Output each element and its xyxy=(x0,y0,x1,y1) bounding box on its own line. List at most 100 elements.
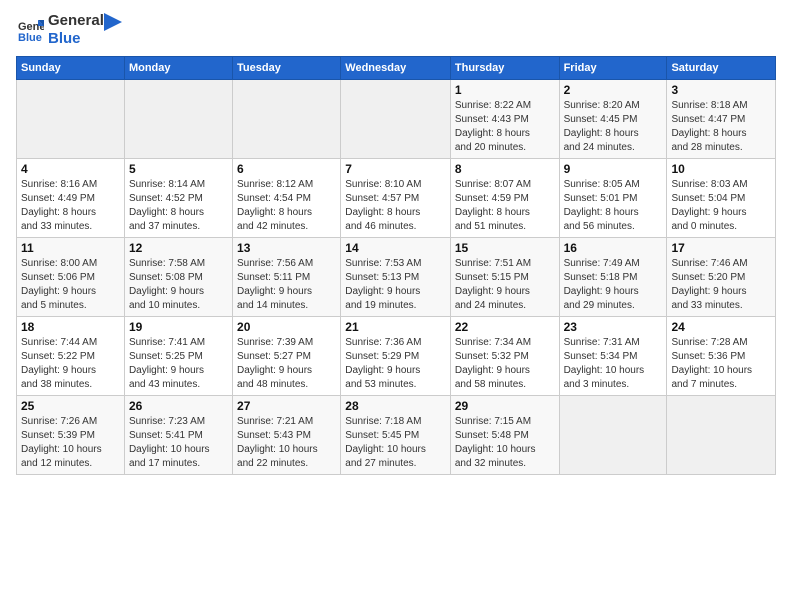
weekday-header-sunday: Sunday xyxy=(17,57,125,80)
calendar-cell: 19 Sunrise: 7:41 AM Sunset: 5:25 PM Dayli… xyxy=(124,317,232,396)
day-number: 25 xyxy=(21,399,120,413)
calendar-cell: 2 Sunrise: 8:20 AM Sunset: 4:45 PM Daylig… xyxy=(559,80,667,159)
calendar-cell: 24Sunrise: 7:28 AM Sunset: 5:36 PM Dayli… xyxy=(667,317,776,396)
calendar-cell: 1 Sunrise: 8:22 AM Sunset: 4:43 PM Daylig… xyxy=(450,80,559,159)
day-info: Sunrise: 7:23 AM Sunset: 5:41 PM Dayligh… xyxy=(129,415,228,471)
calendar-cell: 8 Sunrise: 8:07 AM Sunset: 4:59 PM Daylig… xyxy=(450,159,559,238)
calendar-cell: 13 Sunrise: 7:56 AM Sunset: 5:11 PM Dayli… xyxy=(233,238,341,317)
calendar-week-3: 11 Sunrise: 8:00 AM Sunset: 5:06 PM Dayli… xyxy=(17,238,776,317)
day-info: Sunrise: 8:05 AM Sunset: 5:01 PM Dayligh… xyxy=(564,178,663,234)
day-info: Sunrise: 7:46 AM Sunset: 5:20 PM Dayligh… xyxy=(671,257,771,313)
day-info: Sunrise: 8:16 AM Sunset: 4:49 PM Dayligh… xyxy=(21,178,120,234)
page-header: General Blue General Blue xyxy=(16,12,776,48)
weekday-header-monday: Monday xyxy=(124,57,232,80)
day-number: 28 xyxy=(345,399,446,413)
calendar-cell: 9 Sunrise: 8:05 AM Sunset: 5:01 PM Daylig… xyxy=(559,159,667,238)
calendar-cell: 14 Sunrise: 7:53 AM Sunset: 5:13 PM Dayli… xyxy=(341,238,451,317)
calendar-cell: 17 Sunrise: 7:46 AM Sunset: 5:20 PM Dayli… xyxy=(667,238,776,317)
day-info: Sunrise: 7:26 AM Sunset: 5:39 PM Dayligh… xyxy=(21,415,120,471)
day-info: Sunrise: 8:20 AM Sunset: 4:45 PM Dayligh… xyxy=(564,99,663,155)
day-number: 26 xyxy=(129,399,228,413)
calendar-table: SundayMondayTuesdayWednesdayThursdayFrid… xyxy=(16,56,776,475)
calendar-week-1: 1 Sunrise: 8:22 AM Sunset: 4:43 PM Daylig… xyxy=(17,80,776,159)
day-number: 15 xyxy=(455,241,555,255)
day-info: Sunrise: 7:51 AM Sunset: 5:15 PM Dayligh… xyxy=(455,257,555,313)
day-info: Sunrise: 8:10 AM Sunset: 4:57 PM Dayligh… xyxy=(345,178,446,234)
day-number: 6 xyxy=(237,162,336,176)
day-info: Sunrise: 7:21 AM Sunset: 5:43 PM Dayligh… xyxy=(237,415,336,471)
calendar-cell: 11 Sunrise: 8:00 AM Sunset: 5:06 PM Dayli… xyxy=(17,238,125,317)
day-number: 3 xyxy=(671,83,771,97)
day-number: 4 xyxy=(21,162,120,176)
day-number: 9 xyxy=(564,162,663,176)
calendar-cell xyxy=(233,80,341,159)
day-info: Sunrise: 7:53 AM Sunset: 5:13 PM Dayligh… xyxy=(345,257,446,313)
calendar-week-2: 4 Sunrise: 8:16 AM Sunset: 4:49 PM Daylig… xyxy=(17,159,776,238)
calendar-cell: 21 Sunrise: 7:36 AM Sunset: 5:29 PM Dayli… xyxy=(341,317,451,396)
day-info: Sunrise: 7:39 AM Sunset: 5:27 PM Dayligh… xyxy=(237,336,336,392)
calendar-cell xyxy=(124,80,232,159)
day-info: Sunrise: 7:36 AM Sunset: 5:29 PM Dayligh… xyxy=(345,336,446,392)
calendar-cell: 12 Sunrise: 7:58 AM Sunset: 5:08 PM Dayli… xyxy=(124,238,232,317)
day-number: 7 xyxy=(345,162,446,176)
day-number: 12 xyxy=(129,241,228,255)
day-number: 1 xyxy=(455,83,555,97)
calendar-cell: 10 Sunrise: 8:03 AM Sunset: 5:04 PM Dayli… xyxy=(667,159,776,238)
calendar-cell: 16Sunrise: 7:49 AM Sunset: 5:18 PM Dayli… xyxy=(559,238,667,317)
day-number: 2 xyxy=(564,83,663,97)
day-info: Sunrise: 8:00 AM Sunset: 5:06 PM Dayligh… xyxy=(21,257,120,313)
day-number: 24 xyxy=(671,320,771,334)
day-number: 8 xyxy=(455,162,555,176)
calendar-cell: 7 Sunrise: 8:10 AM Sunset: 4:57 PM Daylig… xyxy=(341,159,451,238)
day-number: 23 xyxy=(564,320,663,334)
calendar-cell: 15 Sunrise: 7:51 AM Sunset: 5:15 PM Dayli… xyxy=(450,238,559,317)
calendar-cell: 3 Sunrise: 8:18 AM Sunset: 4:47 PM Daylig… xyxy=(667,80,776,159)
day-number: 22 xyxy=(455,320,555,334)
day-info: Sunrise: 7:41 AM Sunset: 5:25 PM Dayligh… xyxy=(129,336,228,392)
day-info: Sunrise: 8:07 AM Sunset: 4:59 PM Dayligh… xyxy=(455,178,555,234)
calendar-cell xyxy=(667,396,776,475)
day-info: Sunrise: 8:03 AM Sunset: 5:04 PM Dayligh… xyxy=(671,178,771,234)
day-info: Sunrise: 7:44 AM Sunset: 5:22 PM Dayligh… xyxy=(21,336,120,392)
day-number: 21 xyxy=(345,320,446,334)
logo-blue: Blue xyxy=(48,30,104,48)
calendar-cell: 22 Sunrise: 7:34 AM Sunset: 5:32 PM Dayli… xyxy=(450,317,559,396)
day-info: Sunrise: 8:18 AM Sunset: 4:47 PM Dayligh… xyxy=(671,99,771,155)
day-number: 10 xyxy=(671,162,771,176)
day-number: 19 xyxy=(129,320,228,334)
day-info: Sunrise: 7:49 AM Sunset: 5:18 PM Dayligh… xyxy=(564,257,663,313)
calendar-cell: 23 Sunrise: 7:31 AM Sunset: 5:34 PM Dayli… xyxy=(559,317,667,396)
day-number: 13 xyxy=(237,241,336,255)
day-number: 11 xyxy=(21,241,120,255)
weekday-header-friday: Friday xyxy=(559,57,667,80)
calendar-cell: 25 Sunrise: 7:26 AM Sunset: 5:39 PM Dayli… xyxy=(17,396,125,475)
logo-arrow-icon xyxy=(104,13,122,31)
day-number: 14 xyxy=(345,241,446,255)
day-number: 27 xyxy=(237,399,336,413)
day-info: Sunrise: 7:58 AM Sunset: 5:08 PM Dayligh… xyxy=(129,257,228,313)
calendar-cell: 20 Sunrise: 7:39 AM Sunset: 5:27 PM Dayli… xyxy=(233,317,341,396)
weekday-header-wednesday: Wednesday xyxy=(341,57,451,80)
day-info: Sunrise: 7:56 AM Sunset: 5:11 PM Dayligh… xyxy=(237,257,336,313)
day-number: 20 xyxy=(237,320,336,334)
day-info: Sunrise: 7:31 AM Sunset: 5:34 PM Dayligh… xyxy=(564,336,663,392)
calendar-week-5: 25 Sunrise: 7:26 AM Sunset: 5:39 PM Dayli… xyxy=(17,396,776,475)
calendar-cell: 4 Sunrise: 8:16 AM Sunset: 4:49 PM Daylig… xyxy=(17,159,125,238)
calendar-week-4: 18 Sunrise: 7:44 AM Sunset: 5:22 PM Dayli… xyxy=(17,317,776,396)
day-info: Sunrise: 8:22 AM Sunset: 4:43 PM Dayligh… xyxy=(455,99,555,155)
day-number: 5 xyxy=(129,162,228,176)
logo: General Blue General Blue xyxy=(16,12,122,48)
day-info: Sunrise: 8:14 AM Sunset: 4:52 PM Dayligh… xyxy=(129,178,228,234)
day-info: Sunrise: 7:34 AM Sunset: 5:32 PM Dayligh… xyxy=(455,336,555,392)
calendar-cell xyxy=(341,80,451,159)
weekday-header-thursday: Thursday xyxy=(450,57,559,80)
calendar-cell: 6Sunrise: 8:12 AM Sunset: 4:54 PM Daylig… xyxy=(233,159,341,238)
day-number: 18 xyxy=(21,320,120,334)
day-number: 17 xyxy=(671,241,771,255)
day-info: Sunrise: 7:15 AM Sunset: 5:48 PM Dayligh… xyxy=(455,415,555,471)
calendar-cell: 27 Sunrise: 7:21 AM Sunset: 5:43 PM Dayli… xyxy=(233,396,341,475)
logo-general: General xyxy=(48,12,104,30)
calendar-cell: 26 Sunrise: 7:23 AM Sunset: 5:41 PM Dayli… xyxy=(124,396,232,475)
calendar-cell xyxy=(17,80,125,159)
weekday-header-saturday: Saturday xyxy=(667,57,776,80)
